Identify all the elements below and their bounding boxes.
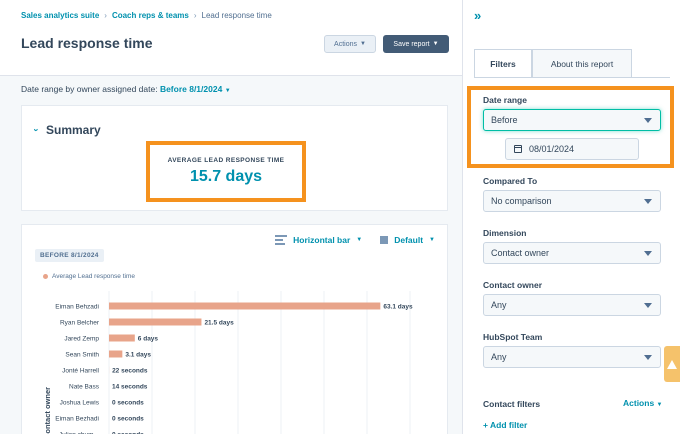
dimension-label: Dimension — [483, 228, 527, 238]
caret-down-icon: ▼ — [429, 237, 435, 243]
color-swatch-icon — [380, 236, 389, 244]
breadcrumb-coach-reps[interactable]: Coach reps & teams — [112, 11, 189, 20]
y-axis-title: Contact owner — [43, 387, 52, 434]
category-label: Eiman Bezhadi — [55, 416, 99, 423]
compared-to-select[interactable]: No comparison — [483, 190, 661, 212]
compared-to-label: Compared To — [483, 176, 538, 186]
caret-down-icon: ▼ — [432, 41, 439, 47]
bar — [109, 302, 381, 310]
save-report-button[interactable]: Save report ▼ — [383, 35, 449, 53]
caret-down-icon: ▼ — [656, 402, 663, 408]
breadcrumb: Sales analytics suite › Coach reps & tea… — [21, 11, 272, 20]
data-label: 6 days — [138, 336, 159, 343]
category-label: Joshua Lewis — [60, 400, 100, 407]
chart-type-label: Horizontal bar — [293, 235, 351, 245]
metric-highlight: AVERAGE LEAD RESPONSE TIME 15.7 days — [146, 141, 306, 202]
date-input-value: 08/01/2024 — [529, 144, 575, 154]
category-label: Jonté Harrell — [62, 368, 99, 375]
breadcrumb-separator: › — [104, 11, 107, 20]
contact-owner-label: Contact owner — [483, 280, 543, 290]
metric-value: 15.7 days — [189, 168, 263, 185]
date-range-select-value: Before — [491, 115, 518, 125]
caret-down-icon: ▼ — [356, 237, 363, 243]
report-main: Sales analytics suite › Coach reps & tea… — [0, 0, 462, 434]
tab-about-report[interactable]: About this report — [532, 49, 632, 77]
bar — [109, 350, 123, 358]
report-header: Sales analytics suite › Coach reps & tea… — [0, 0, 462, 76]
chevron-down-icon: › — [31, 128, 42, 132]
data-label: 63.1 days — [383, 304, 413, 311]
legend-label: Average Lead response time — [52, 273, 135, 280]
actions-button[interactable]: Actions ▼ — [324, 35, 376, 53]
date-range-summary: Date range by owner assigned date: Befor… — [21, 84, 231, 94]
category-label: Jared Zemp — [64, 336, 99, 343]
contact-filters-actions[interactable]: Actions ▼ — [623, 398, 663, 408]
contact-owner-value: Any — [491, 300, 507, 310]
bar — [109, 318, 202, 326]
contact-filters-label: Contact filters — [483, 399, 541, 409]
triangle-down-icon — [644, 118, 652, 123]
triangle-down-icon — [644, 355, 652, 360]
hubspot-team-value: Any — [491, 352, 507, 362]
tab-filters[interactable]: Filters — [474, 49, 532, 77]
date-range-dropdown[interactable]: Before 8/1/2024 ▼ — [160, 84, 231, 94]
panel-tabs: Filters About this report — [474, 49, 632, 77]
filters-panel: » Filters About this report Date range B… — [462, 0, 680, 434]
date-range-summary-label: Date range by owner assigned date: — [21, 84, 158, 94]
tab-divider — [474, 77, 670, 78]
actions-button-label: Actions — [334, 40, 357, 48]
data-label: 0 seconds — [112, 400, 144, 407]
data-label: 3.1 days — [125, 352, 151, 359]
warning-tab[interactable] — [664, 346, 680, 382]
color-scheme-label: Default — [394, 235, 424, 245]
hubspot-team-select[interactable]: Any — [483, 346, 661, 368]
calendar-icon — [514, 145, 522, 153]
data-label: 0 seconds — [112, 416, 144, 423]
caret-down-icon: ▼ — [360, 41, 366, 47]
dimension-value: Contact owner — [491, 248, 550, 258]
data-label: 21.5 days — [204, 320, 234, 327]
legend-swatch — [43, 274, 48, 279]
dimension-select[interactable]: Contact owner — [483, 242, 661, 264]
date-range-value: Before 8/1/2024 — [159, 84, 223, 94]
chart-date-tag: BEFORE 8/1/2024 — [35, 249, 104, 262]
data-label: 14 seconds — [112, 384, 148, 391]
chart-legend: Average Lead response time — [43, 273, 135, 280]
horizontal-bar-icon — [275, 235, 288, 245]
caret-down-icon: ▼ — [224, 88, 231, 94]
bar-chart: Contact owner Eiman Behzadi 63.1 days Ryan … — [43, 291, 413, 434]
triangle-down-icon — [644, 199, 652, 204]
breadcrumb-separator: › — [193, 11, 197, 20]
hubspot-team-label: HubSpot Team — [483, 332, 543, 342]
chart-type-dropdown[interactable]: Horizontal bar ▼ — [275, 235, 362, 245]
category-label: Sean Smith — [65, 352, 99, 359]
date-range-label: Date range — [483, 95, 527, 105]
color-scheme-dropdown[interactable]: Default ▼ — [380, 235, 435, 245]
data-label: 22 seconds — [112, 368, 148, 375]
compared-to-value: No comparison — [491, 196, 552, 206]
contact-filters-actions-label: Actions — [623, 398, 655, 408]
summary-toggle[interactable]: › Summary — [31, 123, 101, 137]
date-range-select[interactable]: Before — [483, 109, 661, 131]
save-report-label: Save report — [393, 40, 430, 48]
triangle-down-icon — [644, 303, 652, 308]
summary-title: Summary — [46, 123, 101, 137]
triangle-down-icon — [644, 251, 652, 256]
add-filter-button[interactable]: + Add filter — [483, 420, 527, 430]
contact-owner-select[interactable]: Any — [483, 294, 661, 316]
date-input[interactable]: 08/01/2024 — [505, 138, 639, 160]
category-label: Ryan Belcher — [60, 320, 100, 327]
collapse-panel-icon[interactable]: » — [474, 8, 481, 23]
summary-card: › Summary AVERAGE LEAD RESPONSE TIME 15.… — [21, 105, 448, 211]
breadcrumb-sales-analytics[interactable]: Sales analytics suite — [21, 11, 99, 20]
category-label: Nate Bass — [69, 384, 100, 391]
bar — [109, 334, 135, 342]
page-title: Lead response time — [21, 35, 153, 51]
warning-icon — [667, 359, 677, 369]
breadcrumb-current: Lead response time — [201, 11, 272, 20]
chart-card: Horizontal bar ▼ Default ▼ BEFORE 8/1/20… — [21, 224, 448, 434]
category-label: Eiman Behzadi — [55, 304, 99, 311]
chart-toolbar: Horizontal bar ▼ Default ▼ — [275, 235, 435, 245]
metric-label: AVERAGE LEAD RESPONSE TIME — [167, 157, 285, 164]
